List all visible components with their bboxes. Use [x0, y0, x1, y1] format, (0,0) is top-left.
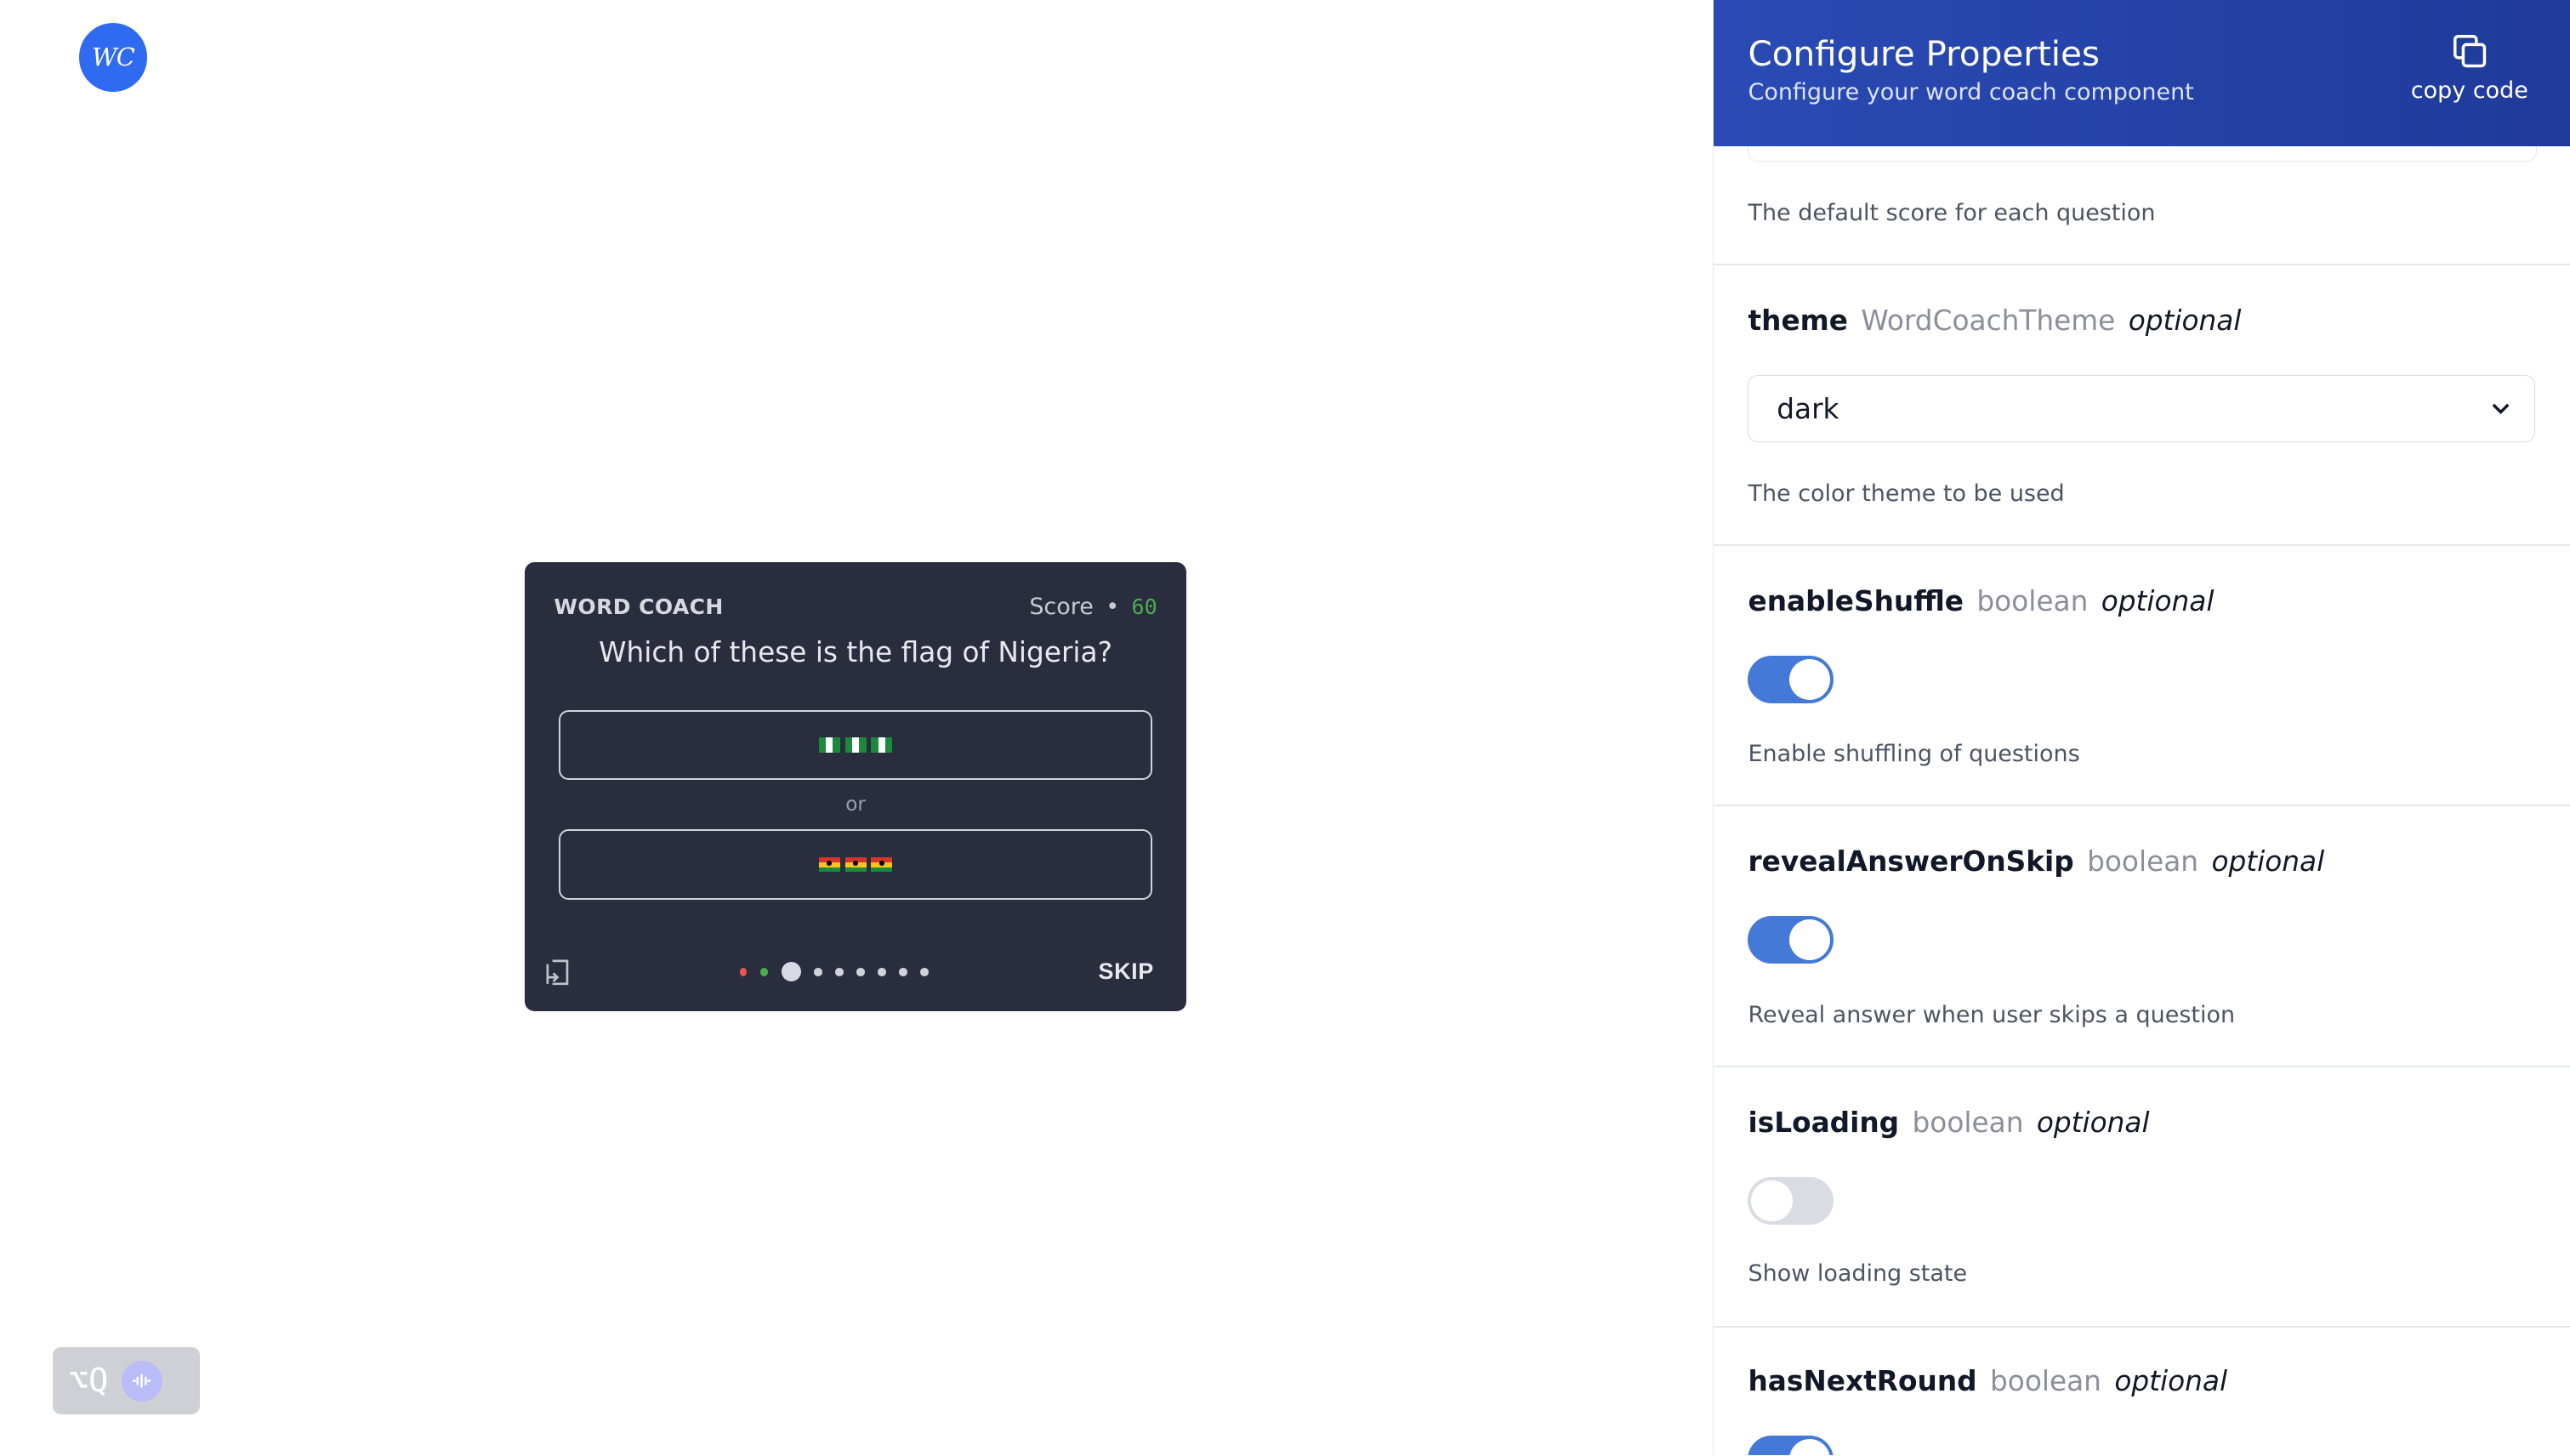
shortcut-label: ⌥Q [68, 1362, 109, 1401]
enable-shuffle-toggle[interactable] [1748, 655, 1834, 703]
prop-optional: optional [2114, 1365, 2228, 1398]
copy-icon [2453, 34, 2486, 67]
config-panel: Configure Properties Configure your word… [1713, 0, 2570, 1456]
progress-dot [920, 968, 929, 976]
prop-optional: optional [2036, 1106, 2150, 1139]
prop-theme-header: theme WordCoachTheme optional [1748, 304, 2241, 337]
progress-dot-wrong [740, 968, 748, 976]
progress-dot-current [781, 962, 801, 982]
progress-dot-correct [759, 968, 769, 976]
nigeria-flag-icon [818, 737, 893, 753]
config-panel-header: Configure Properties Configure your word… [1714, 0, 2570, 146]
question-text: Which of these is the flag of Nigeria? [599, 635, 1112, 668]
prop-optional: optional [2128, 304, 2242, 338]
progress-dot [878, 968, 886, 976]
answer-option-2[interactable] [559, 829, 1152, 901]
keyboard-shortcut-chip[interactable]: ⌥Q [52, 1347, 201, 1415]
prop-type: WordCoachTheme [1861, 304, 2116, 338]
toggle-knob [1788, 658, 1830, 700]
divider [1714, 543, 2570, 546]
theme-description: The color theme to be used [1748, 480, 2065, 507]
divider [1714, 1065, 2570, 1067]
voice-wave-icon [121, 1360, 162, 1402]
prop-is-loading-header: isLoading boolean optional [1748, 1106, 2149, 1139]
progress-dot [899, 968, 907, 976]
answer-option-1[interactable] [559, 709, 1152, 781]
score-label: Score [1029, 593, 1094, 620]
copy-code-label: copy code [2410, 77, 2528, 104]
prop-reveal-answer-header: revealAnswerOnSkip boolean optional [1748, 845, 2324, 878]
is-loading-description: Show loading state [1748, 1260, 1968, 1288]
prop-type: boolean [1912, 1106, 2024, 1139]
reveal-answer-description: Reveal answer when user skips a question [1748, 1001, 2236, 1028]
prop-name: isLoading [1748, 1106, 1900, 1139]
prop-optional: optional [2101, 585, 2215, 618]
progress-dot [856, 968, 865, 976]
enable-shuffle-description: Enable shuffling of questions [1748, 741, 2080, 768]
progress-dots [740, 962, 929, 982]
prop-name: enableShuffle [1748, 585, 1964, 618]
word-coach-header: WORD COACH Score • 60 [554, 594, 1157, 620]
skip-button[interactable]: SKIP [1099, 958, 1154, 985]
score-value: 60 [1131, 594, 1157, 619]
word-coach-brand: WORD COACH [554, 594, 724, 619]
progress-dot [814, 968, 822, 976]
copy-code-button[interactable]: copy code [2401, 30, 2538, 105]
divider [1714, 264, 2570, 266]
prop-type: boolean [2087, 845, 2199, 879]
reveal-answer-toggle[interactable] [1748, 916, 1834, 964]
is-loading-toggle[interactable] [1748, 1176, 1834, 1225]
logo[interactable]: WC [78, 22, 148, 92]
word-coach-card: WORD COACH Score • 60 Which of these is … [524, 562, 1187, 1012]
prop-enable-shuffle-header: enableShuffle boolean optional [1748, 585, 2214, 617]
or-divider: or [845, 793, 866, 816]
toggle-knob [1788, 1439, 1830, 1456]
prop-name: theme [1748, 304, 1849, 338]
toggle-knob [1788, 919, 1830, 961]
share-icon[interactable] [544, 958, 571, 987]
score-display: Score • 60 [1029, 594, 1157, 620]
divider [1714, 1326, 2570, 1328]
prop-type: boolean [1990, 1365, 2101, 1398]
score-separator: • [1106, 593, 1120, 620]
theme-select-value: dark [1777, 392, 1839, 425]
prop-type: boolean [1976, 585, 2089, 618]
prop-name: hasNextRound [1748, 1365, 1977, 1398]
divider [1714, 805, 2570, 807]
default-score-description: The default score for each question [1748, 200, 2156, 227]
toggle-knob [1751, 1180, 1793, 1221]
prop-optional: optional [2211, 845, 2325, 879]
ghana-flag-icon [818, 856, 893, 873]
prop-name: revealAnswerOnSkip [1748, 845, 2074, 879]
chevron-down-icon [2493, 403, 2510, 415]
word-coach-footer: SKIP [544, 956, 1154, 989]
progress-dot [835, 968, 844, 976]
logo-text: WC [92, 43, 135, 72]
prop-has-next-round-header: hasNextRound boolean optional [1748, 1365, 2227, 1397]
has-next-round-toggle[interactable] [1748, 1436, 1834, 1456]
theme-select[interactable]: dark [1748, 375, 2535, 443]
